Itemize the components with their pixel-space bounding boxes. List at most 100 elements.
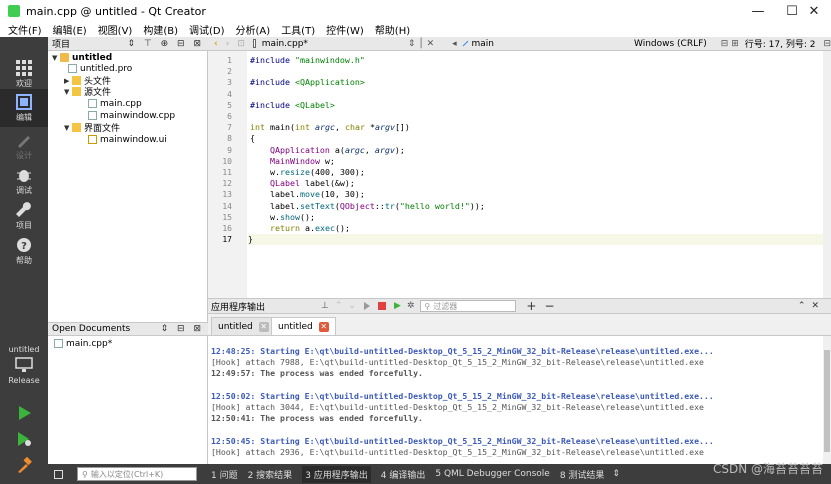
- menu-tools[interactable]: 工具(T): [281, 22, 315, 37]
- tree-item-pro-file[interactable]: untitled.pro: [68, 63, 132, 74]
- open-document-label: main.cpp*: [66, 338, 113, 349]
- open-documents-controls[interactable]: ⇕ ⊟ ⊠: [161, 324, 204, 334]
- kit-selector[interactable]: untitled Release: [0, 345, 48, 385]
- current-file-combo[interactable]: main.cpp*: [262, 39, 308, 49]
- output-line: [Hook] attach 3044, E:\qt\build-untitled…: [211, 402, 704, 412]
- menu-build[interactable]: 构建(B): [143, 22, 178, 37]
- back-arrow-icon[interactable]: ‹: [214, 39, 218, 49]
- split-editor-icon[interactable]: ⊟: [823, 39, 831, 49]
- code-line[interactable]: #include "mainwindow.h": [250, 55, 365, 66]
- mode-design[interactable]: 设计: [0, 127, 48, 165]
- mode-projects[interactable]: 项目: [0, 197, 48, 235]
- cpp-file-icon: [54, 339, 63, 348]
- monitor-icon: [15, 357, 33, 372]
- pane-controls[interactable]: ⌃✕: [798, 301, 825, 311]
- tree-item-mainwindow-ui[interactable]: mainwindow.ui: [88, 134, 167, 145]
- output-tab-active[interactable]: untitled ✕: [271, 317, 336, 335]
- scroll-down-icon[interactable]: ⌄: [348, 301, 356, 311]
- watermark: CSDN @海苔苔苔苔: [712, 462, 823, 476]
- code-editor[interactable]: 1 2 3 4 5 6 7 8 9 10 11 12 13 14 15 16 17 #include "main…: [208, 51, 831, 298]
- status-pane-test-results[interactable]: 8 测试结果: [560, 468, 605, 481]
- grid-icon: [16, 59, 32, 76]
- menu-help[interactable]: 帮助(H): [375, 22, 410, 37]
- more-panes-icon[interactable]: ⇕: [612, 469, 620, 479]
- code-line[interactable]: int main(int argc, char *argv[]): [250, 122, 410, 133]
- code-line[interactable]: return a.exec();: [250, 223, 350, 234]
- mode-debug[interactable]: 调试: [0, 162, 48, 200]
- code-line[interactable]: {: [250, 133, 255, 144]
- editor-scrollbar[interactable]: [823, 51, 831, 298]
- code-line[interactable]: QApplication a(argc, argv);: [250, 145, 405, 156]
- menu-view[interactable]: 视图(V): [98, 22, 133, 37]
- attach-icon[interactable]: ⊥: [321, 301, 329, 311]
- split-icon[interactable]: ⇕ │ ✕: [408, 39, 434, 49]
- application-output[interactable]: 12:48:25: Starting E:\qt\build-untitled-…: [208, 336, 831, 464]
- expand-arrow-icon[interactable]: ▶: [64, 77, 72, 85]
- minimize-button[interactable]: —: [741, 0, 775, 22]
- tree-item-sources[interactable]: ▼ 源文件: [64, 86, 111, 98]
- open-documents-title[interactable]: Open Documents: [52, 324, 130, 334]
- close-tab-icon[interactable]: ✕: [258, 321, 269, 332]
- tree-item-main-cpp[interactable]: main.cpp: [88, 98, 142, 109]
- stop-icon[interactable]: [377, 302, 386, 310]
- menu-widgets[interactable]: 控件(W): [326, 22, 364, 37]
- project-pane-controls[interactable]: ⇕ ⊤ ⊕ ⊟ ⊠: [128, 39, 204, 49]
- locator-input[interactable]: ⚲ 输入以定位(Ctrl+K): [77, 467, 197, 481]
- menu-analyze[interactable]: 分析(A): [236, 22, 271, 37]
- code-line[interactable]: w.resize(400, 300);: [250, 167, 365, 178]
- add-pane-icon[interactable]: +: [526, 299, 536, 313]
- rerun-icon[interactable]: [363, 302, 370, 310]
- close-tab-icon[interactable]: ✕: [318, 321, 329, 332]
- build-button[interactable]: [0, 447, 48, 484]
- debug-attach-icon[interactable]: ▶: [394, 301, 401, 311]
- code-line[interactable]: w.show();: [250, 212, 315, 223]
- line-ending-combo[interactable]: Windows (CRLF): [634, 39, 707, 49]
- menu-file[interactable]: 文件(F): [8, 22, 42, 37]
- close-button[interactable]: ✕: [797, 0, 831, 22]
- toggle-sidebar-icon[interactable]: [54, 469, 63, 479]
- code-line[interactable]: MainWindow w;: [250, 156, 335, 167]
- code-line[interactable]: QLabel label(&w);: [250, 178, 355, 189]
- line-number: 10: [222, 156, 232, 166]
- scroll-up-icon[interactable]: ⌃: [335, 301, 343, 311]
- settings-icon[interactable]: ✲: [407, 301, 415, 311]
- code-line[interactable]: label.setText(QObject::tr("hello world!"…: [250, 201, 485, 212]
- code-line[interactable]: #include <QApplication>: [250, 77, 365, 88]
- output-filter-input[interactable]: ⚲ 过滤器: [420, 300, 517, 312]
- symbol-combo[interactable]: main: [472, 39, 495, 49]
- status-pane-issues[interactable]: 1 问题: [211, 468, 238, 481]
- output-tab[interactable]: untitled ✕: [211, 317, 276, 335]
- cursor-position[interactable]: 行号: 17, 列号: 2: [745, 37, 816, 50]
- remove-pane-icon[interactable]: −: [544, 299, 554, 313]
- mode-debug-label: 调试: [16, 185, 32, 195]
- menu-debug[interactable]: 调试(D): [189, 22, 225, 37]
- cpp-file-icon: [88, 99, 97, 108]
- svg-text:?: ?: [21, 241, 27, 252]
- tree-item-forms[interactable]: ▼ 界面文件: [64, 122, 120, 134]
- forward-arrow-icon[interactable]: ›: [226, 39, 230, 49]
- output-scrollbar[interactable]: [823, 336, 831, 464]
- collapse-arrow-icon[interactable]: ▼: [64, 124, 72, 132]
- code-line[interactable]: #include <QLabel>: [250, 100, 335, 111]
- line-number: 6: [227, 112, 232, 121]
- status-pane-search-results[interactable]: 2 搜索结果: [248, 468, 293, 481]
- project-pane-title[interactable]: 项目: [52, 37, 70, 50]
- tree-item-project[interactable]: ▼ untitled: [52, 52, 112, 63]
- menu-edit[interactable]: 编辑(E): [53, 22, 87, 37]
- output-scrollbar-thumb[interactable]: [824, 350, 830, 452]
- mode-welcome[interactable]: 欢迎: [0, 55, 48, 93]
- collapse-arrow-icon[interactable]: ▼: [52, 54, 60, 62]
- status-pane-app-output[interactable]: 3 应用程序输出: [302, 465, 371, 483]
- open-document-item[interactable]: main.cpp*: [54, 338, 112, 349]
- mode-help[interactable]: ? 帮助: [0, 232, 48, 270]
- symbol-dropdown-arrow[interactable]: ◂: [452, 39, 457, 49]
- status-pane-compile-output[interactable]: 4 编译输出: [381, 468, 426, 481]
- tree-item-mainwindow-cpp[interactable]: mainwindow.cpp: [88, 110, 175, 121]
- split-options-icon[interactable]: ⊟ ⊞: [721, 39, 739, 49]
- mode-edit[interactable]: 编辑: [0, 89, 48, 127]
- output-tab-label: untitled: [218, 321, 253, 332]
- code-line[interactable]: label.move(10, 30);: [250, 189, 365, 200]
- status-pane-qml-console[interactable]: 5 QML Debugger Console: [435, 469, 549, 479]
- collapse-arrow-icon[interactable]: ▼: [64, 88, 72, 96]
- code-line[interactable]: }: [248, 234, 823, 246]
